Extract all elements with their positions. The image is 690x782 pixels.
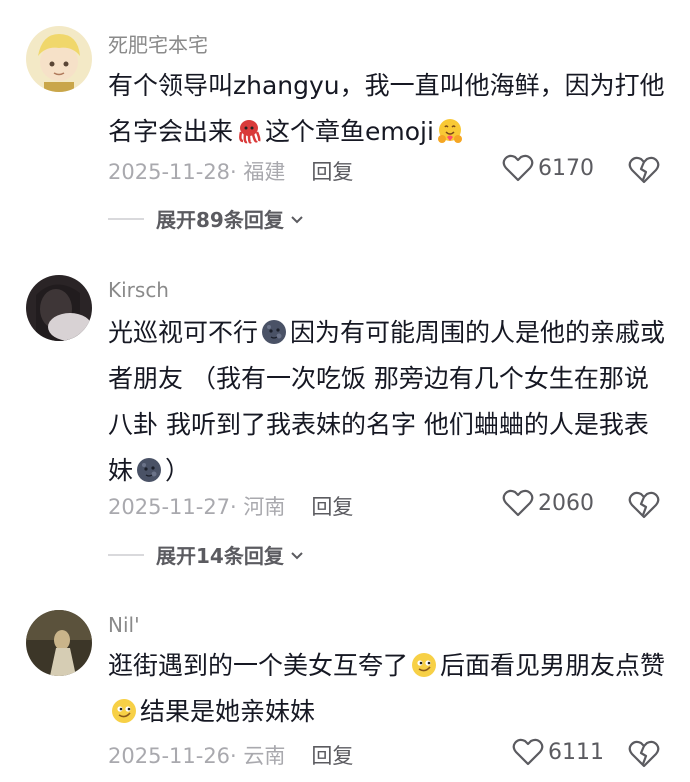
- comment-text-part: 结果是她亲妹妹: [140, 697, 316, 726]
- comment-text-part: 光巡视可不行: [108, 318, 259, 347]
- like-count: 2060: [538, 490, 594, 516]
- username[interactable]: 死肥宅本宅: [108, 29, 208, 58]
- comment-text: 光巡视可不行 因为有可能周围的人是他的亲戚或者朋友 （我有一次吃饭 那旁边有几个女…: [108, 310, 668, 494]
- broken-heart-icon: [628, 156, 660, 184]
- reply-button[interactable]: 回复: [311, 744, 353, 768]
- like-count: 6111: [548, 739, 604, 765]
- comment-text-part: 这个章鱼emoji: [265, 117, 434, 146]
- comment-region: · 福建: [230, 160, 286, 184]
- comment-text: 有个领导叫zhangyu，我一直叫他海鲜，因为打他名字会出来 这个章鱼emoji: [108, 63, 668, 155]
- expand-replies-label: 展开89条回复: [156, 208, 284, 232]
- comment-text-part: 后面看见男朋友点赞: [440, 651, 666, 680]
- dislike-button[interactable]: [628, 155, 660, 189]
- comment-region: · 云南: [230, 744, 286, 768]
- expand-replies-button[interactable]: 展开14条回复: [108, 540, 306, 569]
- comment-date: 2025-11-27: [108, 495, 231, 519]
- comment-region: · 河南: [230, 495, 286, 519]
- hugging-face-emoji-icon: [437, 119, 462, 143]
- comment-text: 逛街遇到的一个美女互夸了 后面看见男朋友点赞结果是她亲妹妹: [108, 643, 668, 735]
- heart-icon: [502, 489, 534, 517]
- like-button[interactable]: 6111: [512, 737, 604, 767]
- heart-icon: [502, 154, 534, 182]
- comment-meta: 2025-11-26· 云南 回复: [108, 740, 353, 770]
- chevron-down-icon: [291, 215, 303, 223]
- reply-button[interactable]: 回复: [311, 495, 353, 519]
- comment-text-part: ）: [165, 456, 191, 485]
- smirk-face-emoji-icon: [112, 699, 136, 723]
- dislike-button[interactable]: [628, 739, 660, 773]
- dark-moon-face-emoji-icon: [262, 320, 287, 344]
- broken-heart-icon: [628, 491, 660, 519]
- avatar[interactable]: [26, 26, 92, 92]
- avatar[interactable]: [26, 275, 92, 341]
- divider-line: [108, 217, 144, 220]
- like-count: 6170: [538, 155, 594, 181]
- divider-line: [108, 553, 144, 556]
- comment-date: 2025-11-26: [108, 744, 231, 768]
- comment-meta: 2025-11-27· 河南 回复: [108, 491, 353, 521]
- comment-text-part: 逛街遇到的一个美女互夸了: [108, 651, 409, 680]
- smirk-face-emoji-icon: [412, 653, 437, 677]
- octopus-emoji-icon: [239, 120, 261, 144]
- broken-heart-icon: [628, 740, 660, 768]
- comment-meta: 2025-11-28· 福建 回复: [108, 156, 353, 186]
- dislike-button[interactable]: [628, 490, 660, 524]
- avatar[interactable]: [26, 610, 92, 676]
- username[interactable]: Nil': [108, 613, 140, 637]
- comment-date: 2025-11-28: [108, 160, 231, 184]
- username[interactable]: Kirsch: [108, 278, 169, 302]
- heart-icon: [512, 738, 544, 766]
- reply-button[interactable]: 回复: [311, 160, 353, 184]
- like-button[interactable]: 6170: [502, 153, 594, 183]
- like-button[interactable]: 2060: [502, 488, 594, 518]
- expand-replies-label: 展开14条回复: [156, 544, 284, 568]
- chevron-down-icon: [291, 551, 303, 559]
- dark-moon-face-emoji-icon: [137, 458, 162, 482]
- expand-replies-button[interactable]: 展开89条回复: [108, 204, 306, 233]
